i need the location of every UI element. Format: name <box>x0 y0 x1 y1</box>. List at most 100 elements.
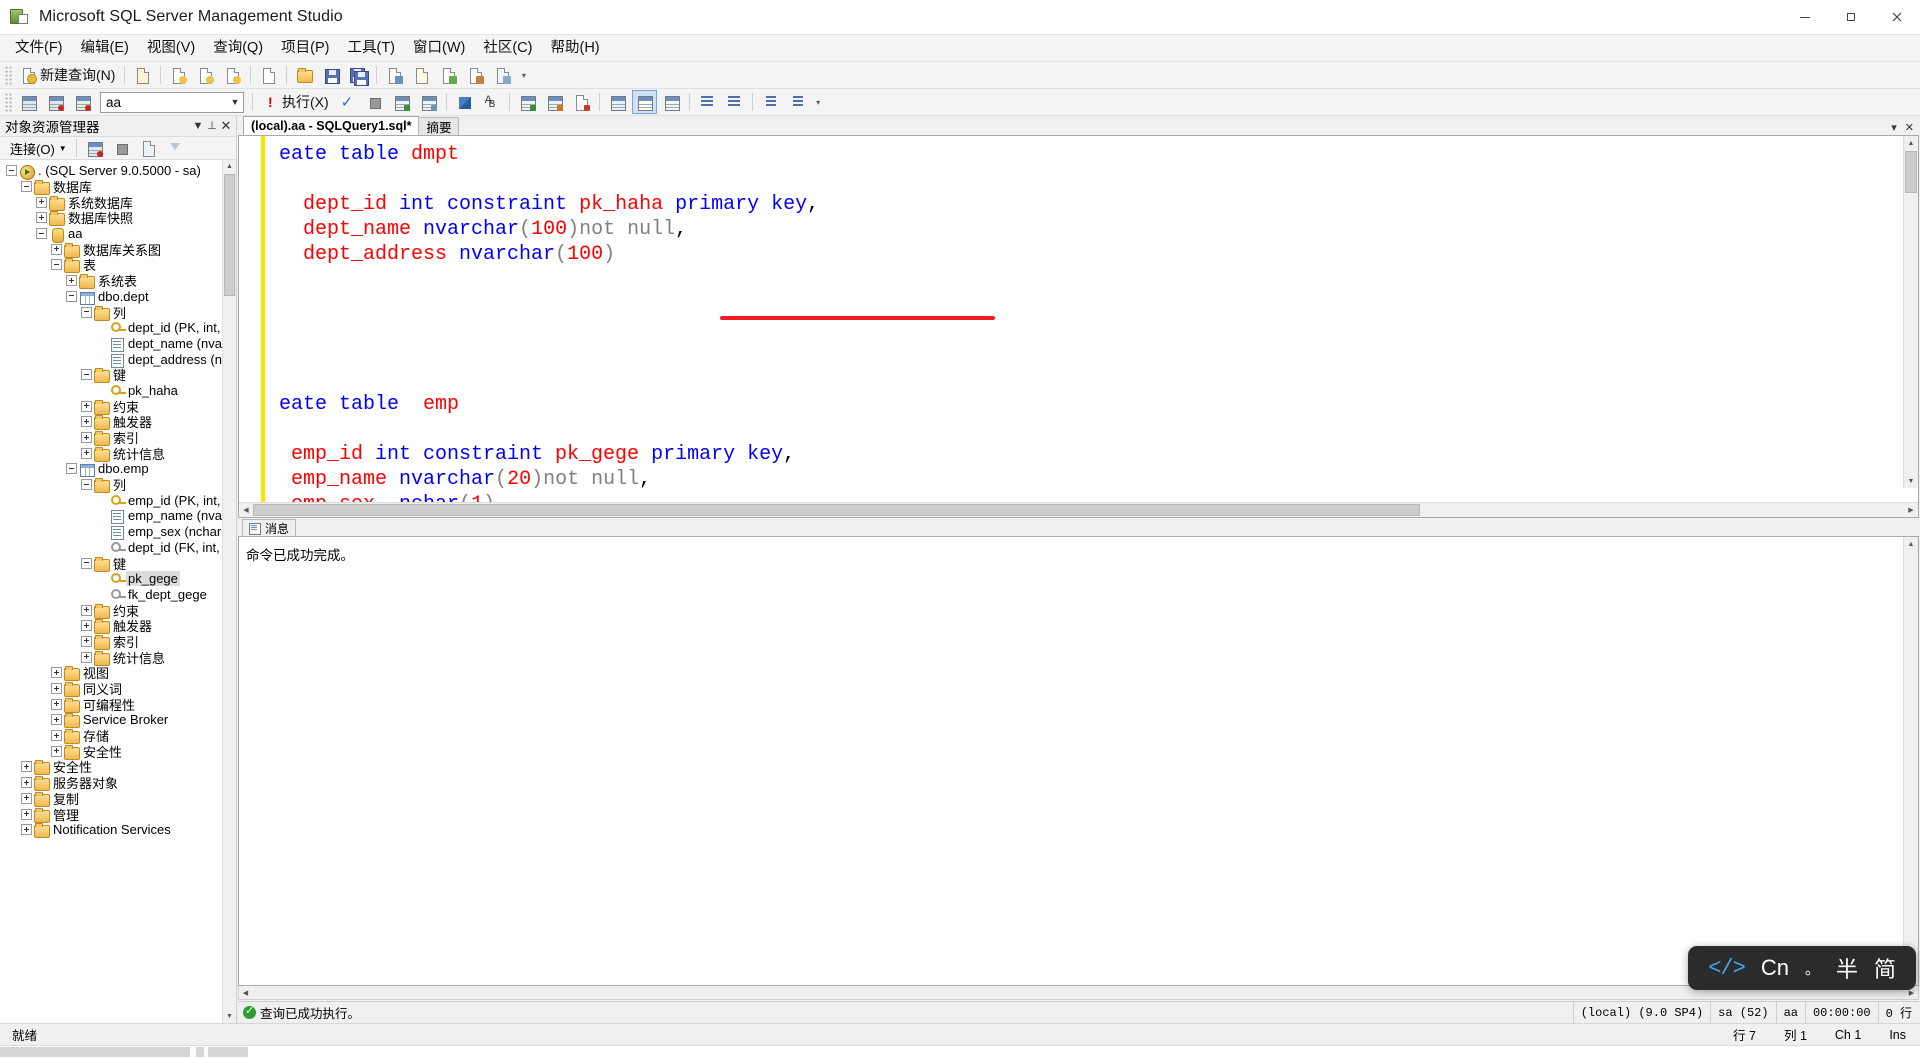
tree-node[interactable]: pk_haha <box>0 383 223 399</box>
tree-node[interactable]: 索引 <box>0 430 223 447</box>
maximize-button[interactable] <box>1828 0 1874 34</box>
sql-code-text[interactable]: eate table dmpt dept_id int constraint p… <box>265 136 1918 502</box>
menu-file[interactable]: 文件(F) <box>6 36 72 60</box>
registered-servers-button[interactable] <box>490 63 515 87</box>
scroll-down-button[interactable]: ▼ <box>223 1010 236 1023</box>
taskbar-segment[interactable] <box>196 1047 204 1057</box>
tree-expander-minus-icon[interactable] <box>20 179 33 195</box>
minimize-button[interactable] <box>1782 0 1828 34</box>
tree-expander-plus-icon[interactable] <box>80 649 93 665</box>
scrollbar-thumb[interactable] <box>224 174 235 296</box>
menu-project[interactable]: 项目(P) <box>272 36 338 60</box>
tree-node[interactable]: pk_gege <box>0 571 223 587</box>
tree-expander-plus-icon[interactable] <box>20 775 33 791</box>
solution-explorer-button[interactable] <box>463 63 488 87</box>
object-explorer-details-button[interactable] <box>409 63 434 87</box>
tree-node[interactable]: emp_sex (nchar(1), <box>0 524 223 541</box>
connect-dropdown-button[interactable]: 连接(O) ▼ <box>4 136 71 160</box>
tree-node[interactable]: dept_id (PK, int, nc <box>0 320 223 336</box>
tab-sqlquery1[interactable]: (local).aa - SQLQuery1.sql* <box>243 116 420 135</box>
tree-expander-plus-icon[interactable] <box>50 696 63 712</box>
scroll-up-button[interactable]: ▲ <box>223 160 236 173</box>
stop-button[interactable] <box>362 90 387 114</box>
tree-expander-plus-icon[interactable] <box>50 665 63 681</box>
results-to-grid-button[interactable] <box>631 90 657 114</box>
tree-node[interactable]: dept_name (nvarch <box>0 336 223 352</box>
close-icon[interactable]: ✕ <box>219 119 233 133</box>
sort-button[interactable]: AB <box>479 90 504 114</box>
tree-node[interactable]: 管理 <box>0 806 223 823</box>
tree-node[interactable]: Notification Services <box>0 822 223 839</box>
tree-expander-plus-icon[interactable] <box>50 743 63 759</box>
design-query-button[interactable] <box>452 90 477 114</box>
tree-node[interactable]: 键 <box>0 367 223 384</box>
tree-node[interactable]: dept_id (FK, int, nu <box>0 540 223 556</box>
tree-node[interactable]: fk_dept_gege <box>0 587 223 603</box>
scrollbar-thumb[interactable] <box>1905 151 1917 193</box>
tree-expander-plus-icon[interactable] <box>80 634 93 650</box>
increase-indent-button[interactable] <box>785 90 810 114</box>
tree-node[interactable]: 列 <box>0 304 223 321</box>
ime-width-mode[interactable]: 半 <box>1836 952 1858 984</box>
oe-stop-button[interactable] <box>109 136 134 160</box>
new-analysis-query-button[interactable] <box>166 63 191 87</box>
tree-expander-plus-icon[interactable] <box>20 822 33 838</box>
tree-node[interactable]: 可编程性 <box>0 696 223 713</box>
tree-expander-plus-icon[interactable] <box>80 430 93 446</box>
ime-language[interactable]: Cn <box>1761 955 1789 981</box>
tree-expander-minus-icon[interactable] <box>50 257 63 273</box>
tree-node[interactable]: 数据库关系图 <box>0 241 223 258</box>
scroll-down-button[interactable]: ▼ <box>1904 474 1918 488</box>
tree-node[interactable]: 约束 <box>0 398 223 415</box>
tree-node[interactable]: 统计信息 <box>0 649 223 666</box>
taskbar-segment[interactable] <box>208 1047 248 1057</box>
messages-vertical-scrollbar[interactable]: ▲ ▼ <box>1903 537 1918 985</box>
tree-expander-plus-icon[interactable] <box>50 712 63 728</box>
tab-messages[interactable]: 消息 <box>242 519 297 536</box>
menu-view[interactable]: 视图(V) <box>138 36 204 60</box>
tree-node[interactable]: dbo.emp <box>0 461 223 478</box>
change-connection-button[interactable] <box>70 90 95 114</box>
save-button[interactable] <box>319 63 344 87</box>
results-to-file-button[interactable] <box>569 90 594 114</box>
tree-expander-minus-icon[interactable] <box>80 555 93 571</box>
properties-button[interactable] <box>382 63 407 87</box>
object-explorer-scrollbar[interactable]: ▲ ▼ <box>222 160 236 1023</box>
tree-expander-minus-icon[interactable] <box>5 163 18 179</box>
tree-node[interactable]: 触发器 <box>0 414 223 431</box>
tree-expander-plus-icon[interactable] <box>80 445 93 461</box>
tree-expander-plus-icon[interactable] <box>20 806 33 822</box>
tree-expander-plus-icon[interactable] <box>50 728 63 744</box>
messages-body[interactable]: 命令已成功完成。 ▲ ▼ <box>238 536 1919 986</box>
tree-expander-plus-icon[interactable] <box>80 398 93 414</box>
close-button[interactable] <box>1874 0 1920 34</box>
save-all-button[interactable] <box>346 63 371 87</box>
scrollbar-thumb[interactable] <box>253 504 1420 516</box>
tree-node[interactable]: Service Broker <box>0 712 223 729</box>
menu-help[interactable]: 帮助(H) <box>541 36 608 60</box>
scroll-right-button[interactable]: ▶ <box>1904 506 1918 514</box>
new-file-button[interactable] <box>130 63 155 87</box>
results-to-text-button[interactable] <box>605 90 630 114</box>
tree-expander-minus-icon[interactable] <box>35 226 48 242</box>
tree-expander-minus-icon[interactable] <box>80 367 93 383</box>
results-to-file2-button[interactable] <box>659 90 684 114</box>
messages-horizontal-scrollbar[interactable]: ◀ ▶ <box>238 986 1919 1000</box>
oe-disconnect-button[interactable] <box>82 136 107 160</box>
tree-node[interactable]: dept_address (nva <box>0 351 223 368</box>
pin-icon[interactable]: ⊥ <box>205 119 219 133</box>
menu-window[interactable]: 窗口(W) <box>404 36 474 60</box>
tree-expander-minus-icon[interactable] <box>80 477 93 493</box>
uncomment-button[interactable] <box>722 90 747 114</box>
tree-node[interactable]: . (SQL Server 9.0.5000 - sa) <box>0 163 223 181</box>
menu-tools[interactable]: 工具(T) <box>338 36 404 60</box>
tree-expander-minus-icon[interactable] <box>80 304 93 320</box>
menu-edit[interactable]: 编辑(E) <box>72 36 138 60</box>
tree-expander-plus-icon[interactable] <box>20 791 33 807</box>
tree-node[interactable]: emp_name (nvarch <box>0 508 223 525</box>
object-explorer-tree[interactable]: . (SQL Server 9.0.5000 - sa) 数据库 系统数据库 数据库快… <box>0 160 236 1023</box>
ime-indicator[interactable]: </> Cn 。 半 简 <box>1688 946 1916 990</box>
include-actual-plan-button[interactable] <box>515 90 540 114</box>
scroll-up-button[interactable]: ▲ <box>1904 537 1918 551</box>
toolbar-grip[interactable] <box>5 92 12 112</box>
